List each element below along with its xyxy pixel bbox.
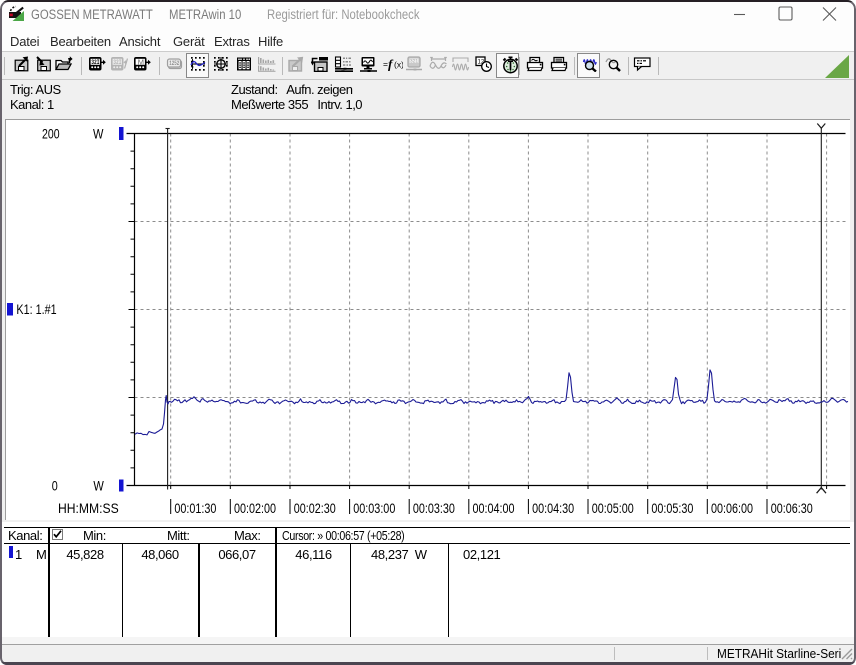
- svg-text:00:03:30: 00:03:30: [413, 501, 455, 516]
- svg-text:W: W: [93, 127, 104, 142]
- svg-text:32I: 32I: [113, 59, 121, 67]
- svg-text:(x): (x): [394, 60, 403, 70]
- svg-text:00:05:00: 00:05:00: [592, 501, 634, 516]
- svg-text:32I: 32I: [91, 59, 99, 67]
- svg-text:HH:MM:SS: HH:MM:SS: [58, 501, 119, 517]
- svg-text:00:03:00: 00:03:00: [353, 501, 395, 516]
- svg-text:00:04:30: 00:04:30: [532, 501, 574, 516]
- svg-text:W: W: [93, 479, 104, 494]
- svg-text:00:02:00: 00:02:00: [234, 501, 276, 516]
- svg-text:00:06:30: 00:06:30: [771, 501, 813, 516]
- svg-text:00:02:30: 00:02:30: [294, 501, 336, 516]
- svg-text:00:05:30: 00:05:30: [651, 501, 693, 516]
- svg-text:00:04:00: 00:04:00: [473, 501, 515, 516]
- svg-text:200: 200: [42, 126, 60, 142]
- svg-text:321: 321: [410, 58, 419, 65]
- svg-text:1252: 1252: [169, 60, 179, 67]
- svg-text:0: 0: [52, 479, 58, 494]
- svg-text:M: M: [138, 57, 144, 66]
- svg-text:00:01:30: 00:01:30: [174, 501, 216, 516]
- svg-text:K1: 1.#1: K1: 1.#1: [16, 302, 56, 317]
- svg-text:00:06:00: 00:06:00: [711, 501, 753, 516]
